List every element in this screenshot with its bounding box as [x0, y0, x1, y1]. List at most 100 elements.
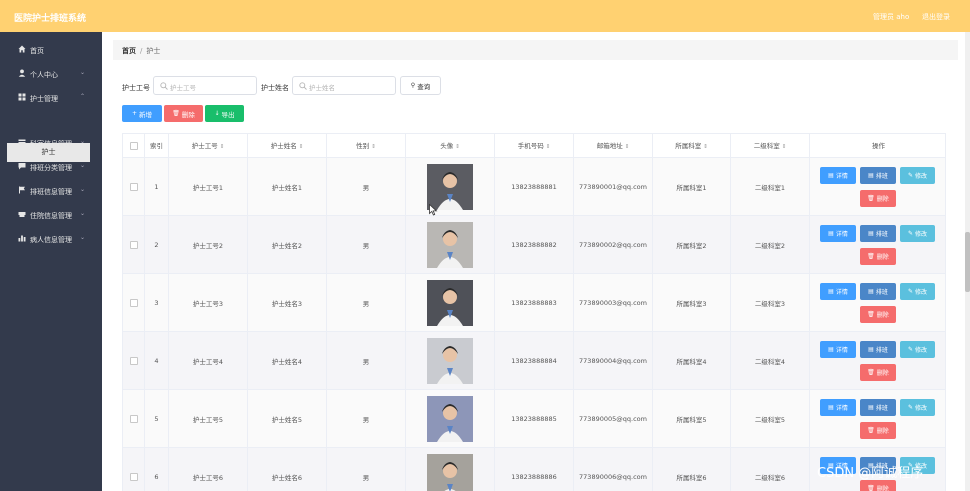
detail-button[interactable]: ▤ 详情 — [820, 167, 856, 184]
sidebar-item-label: 科室信息管理 — [30, 140, 72, 148]
sort-icon[interactable]: ⇕ — [782, 144, 787, 150]
chevron-down-icon: ⌄ — [80, 138, 86, 145]
shift-button[interactable]: ▤ 排班 — [860, 341, 896, 358]
header-select-all[interactable] — [123, 134, 145, 159]
cell-nurse-name: 护士姓名6 — [248, 448, 327, 491]
shift-button-label: 排班 — [875, 289, 888, 296]
sidebar-item-shift-info[interactable]: 排班信息管理 ⌄ — [0, 179, 102, 203]
shift-button[interactable]: ▤ 排班 — [860, 399, 896, 416]
chevron-down-icon: ⌄ — [80, 210, 86, 217]
sidebar-item-home[interactable]: 首页 — [0, 38, 102, 62]
app-title: 医院护士排班系统 — [14, 14, 87, 24]
shift-button[interactable]: ▤ 排班 — [860, 283, 896, 300]
trash-icon: 🗑 — [867, 427, 875, 434]
sidebar-item-inpatient[interactable]: 住院信息管理 ⌄ — [0, 203, 102, 227]
batch-delete-button[interactable]: 🗑 删除 — [164, 105, 203, 122]
shift-button[interactable]: ▤ 排班 — [860, 167, 896, 184]
checkbox[interactable] — [129, 241, 138, 249]
nurse-name-input[interactable]: 护士姓名 — [292, 76, 396, 95]
sidebar-item-department[interactable]: 科室信息管理 ⌄ — [0, 131, 102, 155]
cell-dept: 所属科室4 — [653, 332, 731, 390]
shift-button[interactable]: ▤ 排班 — [860, 225, 896, 242]
edit-button[interactable]: ✎ 修改 — [900, 225, 935, 242]
header-avatar[interactable]: 头像 ⇕ — [406, 134, 495, 159]
checkbox[interactable] — [129, 473, 138, 481]
delete-button[interactable]: 🗑 删除 — [860, 364, 896, 381]
row-checkbox-cell — [123, 390, 145, 448]
document-icon: ▤ — [828, 230, 834, 237]
query-button[interactable]: ⚲ 查询 — [400, 76, 441, 95]
sort-icon[interactable]: ⇕ — [546, 144, 551, 150]
sort-icon[interactable]: ⇕ — [455, 144, 460, 150]
header-sub-dept[interactable]: 二级科室 ⇕ — [731, 134, 810, 159]
chevron-down-icon: ⌄ — [80, 234, 86, 241]
table-row[interactable]: 5 护士工号5 护士姓名5 男 13823888885 773890005@qq.com 所… — [122, 390, 946, 448]
cell-sub-dept: 二级科室5 — [731, 390, 810, 448]
delete-button[interactable]: 🗑 删除 — [860, 306, 896, 323]
cell-email: 773890001@qq.com — [574, 158, 653, 216]
cell-email: 773890004@qq.com — [574, 332, 653, 390]
shift-button-label: 排班 — [875, 173, 888, 180]
sidebar-item-label: 病人信息管理 — [30, 236, 72, 244]
edit-button[interactable]: ✎ 修改 — [900, 167, 935, 184]
pencil-icon: ✎ — [907, 230, 913, 237]
vertical-scrollbar[interactable] — [965, 32, 970, 491]
document-icon: ▤ — [828, 172, 834, 179]
table-row[interactable]: 3 护士工号3 护士姓名3 男 13823888883 773890003@qq.com 所… — [122, 274, 946, 332]
header-dept[interactable]: 所属科室 ⇕ — [653, 134, 731, 159]
delete-button[interactable]: 🗑 删除 — [860, 480, 896, 491]
delete-button[interactable]: 🗑 删除 — [860, 422, 896, 439]
header-gender[interactable]: 性别 ⇕ — [327, 134, 406, 159]
detail-button[interactable]: ▤ 详情 — [820, 399, 856, 416]
detail-button[interactable]: ▤ 详情 — [820, 225, 856, 242]
header-email[interactable]: 邮箱地址 ⇕ — [574, 134, 653, 159]
logout-link[interactable]: 退出登录 — [922, 12, 950, 22]
checkbox[interactable] — [129, 299, 138, 307]
cell-phone: 13823888886 — [495, 448, 574, 491]
header-nurse-name[interactable]: 护士姓名 ⇕ — [248, 134, 327, 159]
cell-dept: 所属科室2 — [653, 216, 731, 274]
breadcrumb-home[interactable]: 首页 — [122, 47, 136, 55]
sort-icon[interactable]: ⇕ — [220, 144, 225, 150]
checkbox[interactable] — [129, 142, 138, 150]
header-phone[interactable]: 手机号码 ⇕ — [495, 134, 574, 159]
document-icon: ▤ — [868, 346, 874, 353]
delete-button[interactable]: 🗑 删除 — [860, 248, 896, 265]
edit-button-label: 修改 — [915, 231, 928, 238]
cell-email-text: 773890002@qq.com — [579, 241, 647, 249]
sidebar-item-shift-category[interactable]: 排班分类管理 ⌄ — [0, 155, 102, 179]
edit-button[interactable]: ✎ 修改 — [900, 341, 935, 358]
edit-button[interactable]: ✎ 修改 — [900, 283, 935, 300]
nurse-no-input[interactable]: 护士工号 — [153, 76, 257, 95]
row-checkbox-cell — [123, 216, 145, 274]
sort-icon[interactable]: ⇕ — [371, 144, 376, 150]
bed-icon — [18, 210, 26, 218]
sidebar-item-profile[interactable]: 个人中心 ⌄ — [0, 62, 102, 86]
detail-button-label: 详情 — [835, 289, 848, 296]
table-row[interactable]: 1 护士工号1 护士姓名1 男 13823888881 773890001@qq.com 所… — [122, 158, 946, 216]
header-nurse-no[interactable]: 护士工号 ⇕ — [169, 134, 248, 159]
edit-button[interactable]: ✎ 修改 — [900, 399, 935, 416]
table-row[interactable]: 2 护士工号2 护士姓名2 男 13823888882 773890002@qq.com 所… — [122, 216, 946, 274]
export-button[interactable]: ↓ 导出 — [205, 105, 244, 122]
download-icon: ↓ — [214, 110, 220, 117]
checkbox[interactable] — [129, 183, 138, 191]
checkbox[interactable] — [129, 357, 138, 365]
add-button[interactable]: + 新增 — [122, 105, 162, 122]
pencil-icon: ✎ — [907, 346, 913, 353]
sidebar-item-patient[interactable]: 病人信息管理 ⌄ — [0, 227, 102, 251]
sort-icon[interactable]: ⇕ — [299, 144, 304, 150]
chat-icon — [18, 162, 26, 170]
header-operations: 操作 — [872, 142, 885, 150]
scrollbar-thumb[interactable] — [965, 232, 970, 292]
checkbox[interactable] — [129, 415, 138, 423]
detail-button[interactable]: ▤ 详情 — [820, 283, 856, 300]
sidebar-item-nurse-management[interactable]: 护士管理 ⌃ — [0, 86, 102, 110]
delete-button[interactable]: 🗑 删除 — [860, 190, 896, 207]
flag-icon — [18, 186, 26, 194]
detail-button[interactable]: ▤ 详情 — [820, 341, 856, 358]
sort-icon[interactable]: ⇕ — [625, 144, 630, 150]
table-row[interactable]: 4 护士工号4 护士姓名4 男 13823888884 773890004@qq.com 所… — [122, 332, 946, 390]
sort-icon[interactable]: ⇕ — [703, 144, 708, 150]
cell-dept-text: 所属科室1 — [676, 184, 707, 192]
